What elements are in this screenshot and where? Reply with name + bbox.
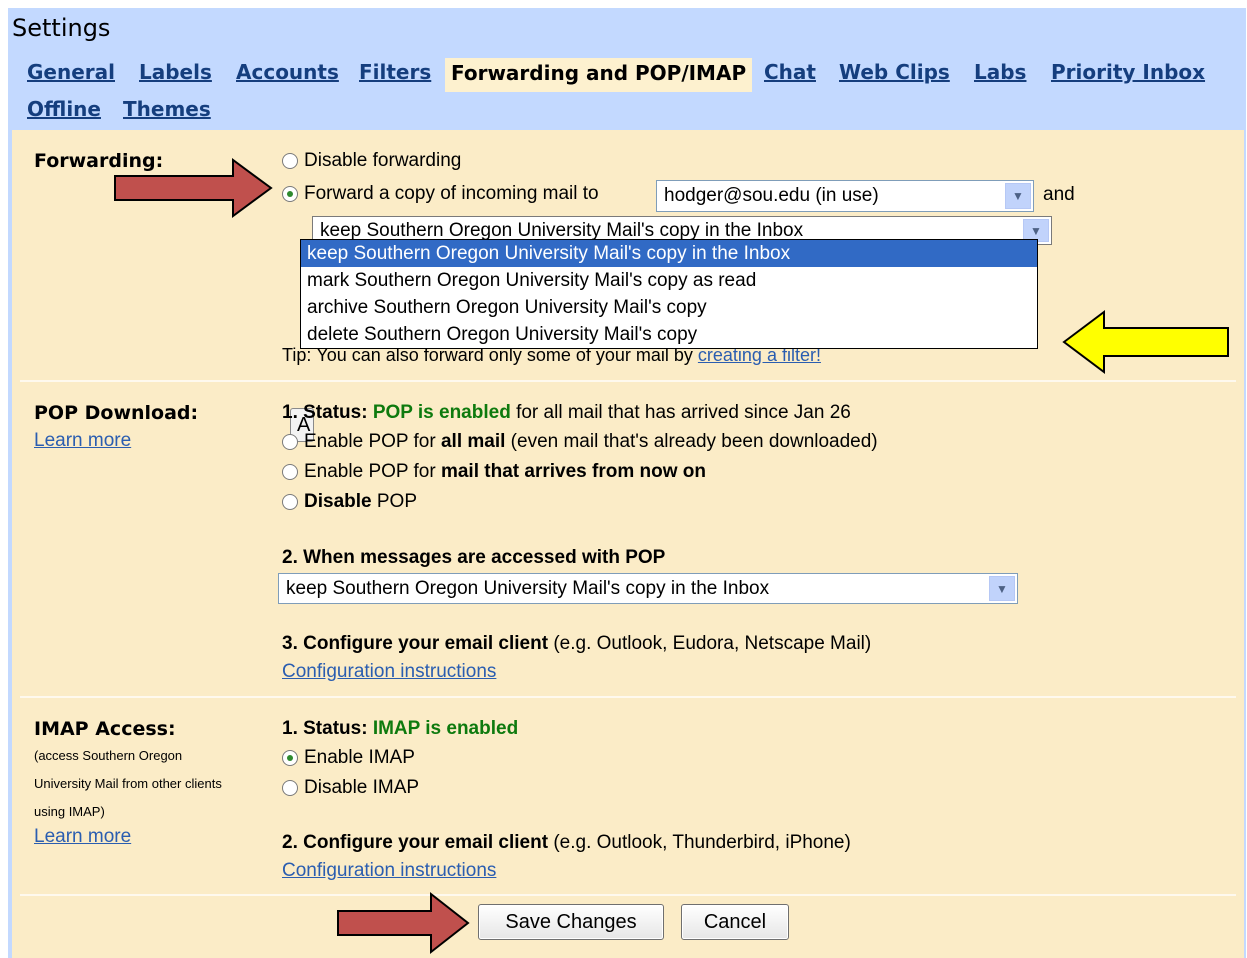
pop-status-suffix: for all mail that has arrived since Jan … <box>516 402 851 423</box>
section-divider <box>20 380 1236 382</box>
forward-copy-text: Forward a copy of incoming mail to <box>304 183 599 204</box>
imap-enable-text: Enable IMAP <box>304 747 415 768</box>
imap-status-prefix: 1. Status: <box>282 718 368 739</box>
and-label: and <box>1043 184 1075 205</box>
section-divider <box>20 894 1236 896</box>
pop-configure-bold: 3. Configure your email client <box>282 633 549 654</box>
imap-disable-text: Disable IMAP <box>304 777 420 798</box>
tab-general[interactable]: General <box>27 60 115 84</box>
chevron-down-icon[interactable]: ▼ <box>989 576 1015 601</box>
pop-disable-bold: Disable <box>304 491 372 512</box>
pop-now-bold: mail that arrives from now on <box>440 461 706 482</box>
forward-address-select[interactable]: hodger@sou.edu (in use) ▼ <box>656 180 1034 212</box>
forward-action-dropdown[interactable]: keep Southern Oregon University Mail's c… <box>300 239 1038 349</box>
imap-status-value: IMAP is enabled <box>372 718 519 739</box>
dropdown-option-keep[interactable]: keep Southern Oregon University Mail's c… <box>301 240 1037 267</box>
tab-priority-inbox[interactable]: Priority Inbox <box>1051 60 1205 84</box>
cancel-button[interactable]: Cancel <box>681 904 789 940</box>
pop-enable-all-option[interactable]: Enable POP for all mail (even mail that'… <box>282 431 878 453</box>
pop-download-label: POP Download: <box>34 402 199 424</box>
dropdown-option-archive[interactable]: archive Southern Oregon University Mail'… <box>301 294 1037 321</box>
pop-enable-now-radio[interactable] <box>282 464 298 480</box>
pop-enable-now-option[interactable]: Enable POP for mail that arrives from no… <box>282 461 706 483</box>
pop-learn-more-link[interactable]: Learn more <box>34 430 131 452</box>
tab-labels[interactable]: Labels <box>139 60 212 84</box>
imap-configure: 2. Configure your email client (e.g. Out… <box>282 832 851 854</box>
disable-forwarding-option[interactable]: Disable forwarding <box>282 150 461 172</box>
imap-configure-bold: 2. Configure your email client <box>282 832 549 853</box>
imap-learn-more-link[interactable]: Learn more <box>34 826 131 848</box>
red-arrow-icon <box>337 891 470 955</box>
imap-status: 1. Status: IMAP is enabled <box>282 718 518 740</box>
tab-web-clips[interactable]: Web Clips <box>839 60 950 84</box>
forward-copy-option[interactable]: Forward a copy of incoming mail to <box>282 183 599 205</box>
tab-labs[interactable]: Labs <box>974 60 1026 84</box>
pop-status: 1. Status: POP is enabled for all mail t… <box>282 402 851 424</box>
pop-now-prefix: Enable POP for <box>304 461 436 482</box>
tab-accounts[interactable]: Accounts <box>236 60 339 84</box>
disable-forwarding-radio[interactable] <box>282 153 298 169</box>
pop-all-prefix: Enable POP for <box>304 431 436 452</box>
tab-offline[interactable]: Offline <box>27 97 101 121</box>
page-title: Settings <box>12 14 111 42</box>
pop-config-instructions-link[interactable]: Configuration instructions <box>282 661 496 683</box>
imap-enable-option[interactable]: Enable IMAP <box>282 747 415 769</box>
pop-configure: 3. Configure your email client (e.g. Out… <box>282 633 871 655</box>
imap-access-label: IMAP Access: <box>34 718 176 740</box>
disable-forwarding-text: Disable forwarding <box>304 150 462 171</box>
pop-action-select[interactable]: keep Southern Oregon University Mail's c… <box>278 573 1018 604</box>
pop-when-heading: 2. When messages are accessed with POP <box>282 547 666 568</box>
pop-enable-all-radio[interactable] <box>282 434 298 450</box>
yellow-arrow-icon <box>1062 310 1229 374</box>
tab-forwarding-pop-imap[interactable]: Forwarding and POP/IMAP <box>445 58 753 92</box>
pop-status-prefix: 1. Status: <box>282 402 368 423</box>
pop-disable-option[interactable]: Disable POP <box>282 491 417 513</box>
section-divider <box>20 696 1236 698</box>
pop-all-bold: all mail <box>440 431 506 452</box>
forward-address-value: hodger@sou.edu (in use) <box>664 185 879 206</box>
pop-disable-radio[interactable] <box>282 494 298 510</box>
pop-status-value: POP is enabled <box>372 402 511 423</box>
pop-configure-suffix: (e.g. Outlook, Eudora, Netscape Mail) <box>553 633 872 654</box>
tab-chat[interactable]: Chat <box>764 60 816 84</box>
imap-configure-suffix: (e.g. Outlook, Thunderbird, iPhone) <box>553 832 851 853</box>
pop-disable-suffix: POP <box>376 491 417 512</box>
red-arrow-icon <box>114 158 273 218</box>
imap-sub-label: (access Southern Oregon University Mail … <box>34 748 222 819</box>
imap-disable-option[interactable]: Disable IMAP <box>282 777 419 799</box>
chevron-down-icon[interactable]: ▼ <box>1005 183 1031 209</box>
imap-config-instructions-link[interactable]: Configuration instructions <box>282 860 496 882</box>
imap-disable-radio[interactable] <box>282 780 298 796</box>
tab-themes[interactable]: Themes <box>123 97 211 121</box>
imap-enable-radio[interactable] <box>282 750 298 766</box>
save-changes-button[interactable]: Save Changes <box>478 904 664 940</box>
pop-all-suffix: (even mail that's already been downloade… <box>510 431 878 452</box>
forward-copy-radio[interactable] <box>282 186 298 202</box>
dropdown-option-mark-read[interactable]: mark Southern Oregon University Mail's c… <box>301 267 1037 294</box>
pop-action-value: keep Southern Oregon University Mail's c… <box>286 577 770 599</box>
tab-filters[interactable]: Filters <box>359 60 431 84</box>
dropdown-option-delete[interactable]: delete Southern Oregon University Mail's… <box>301 321 1037 348</box>
